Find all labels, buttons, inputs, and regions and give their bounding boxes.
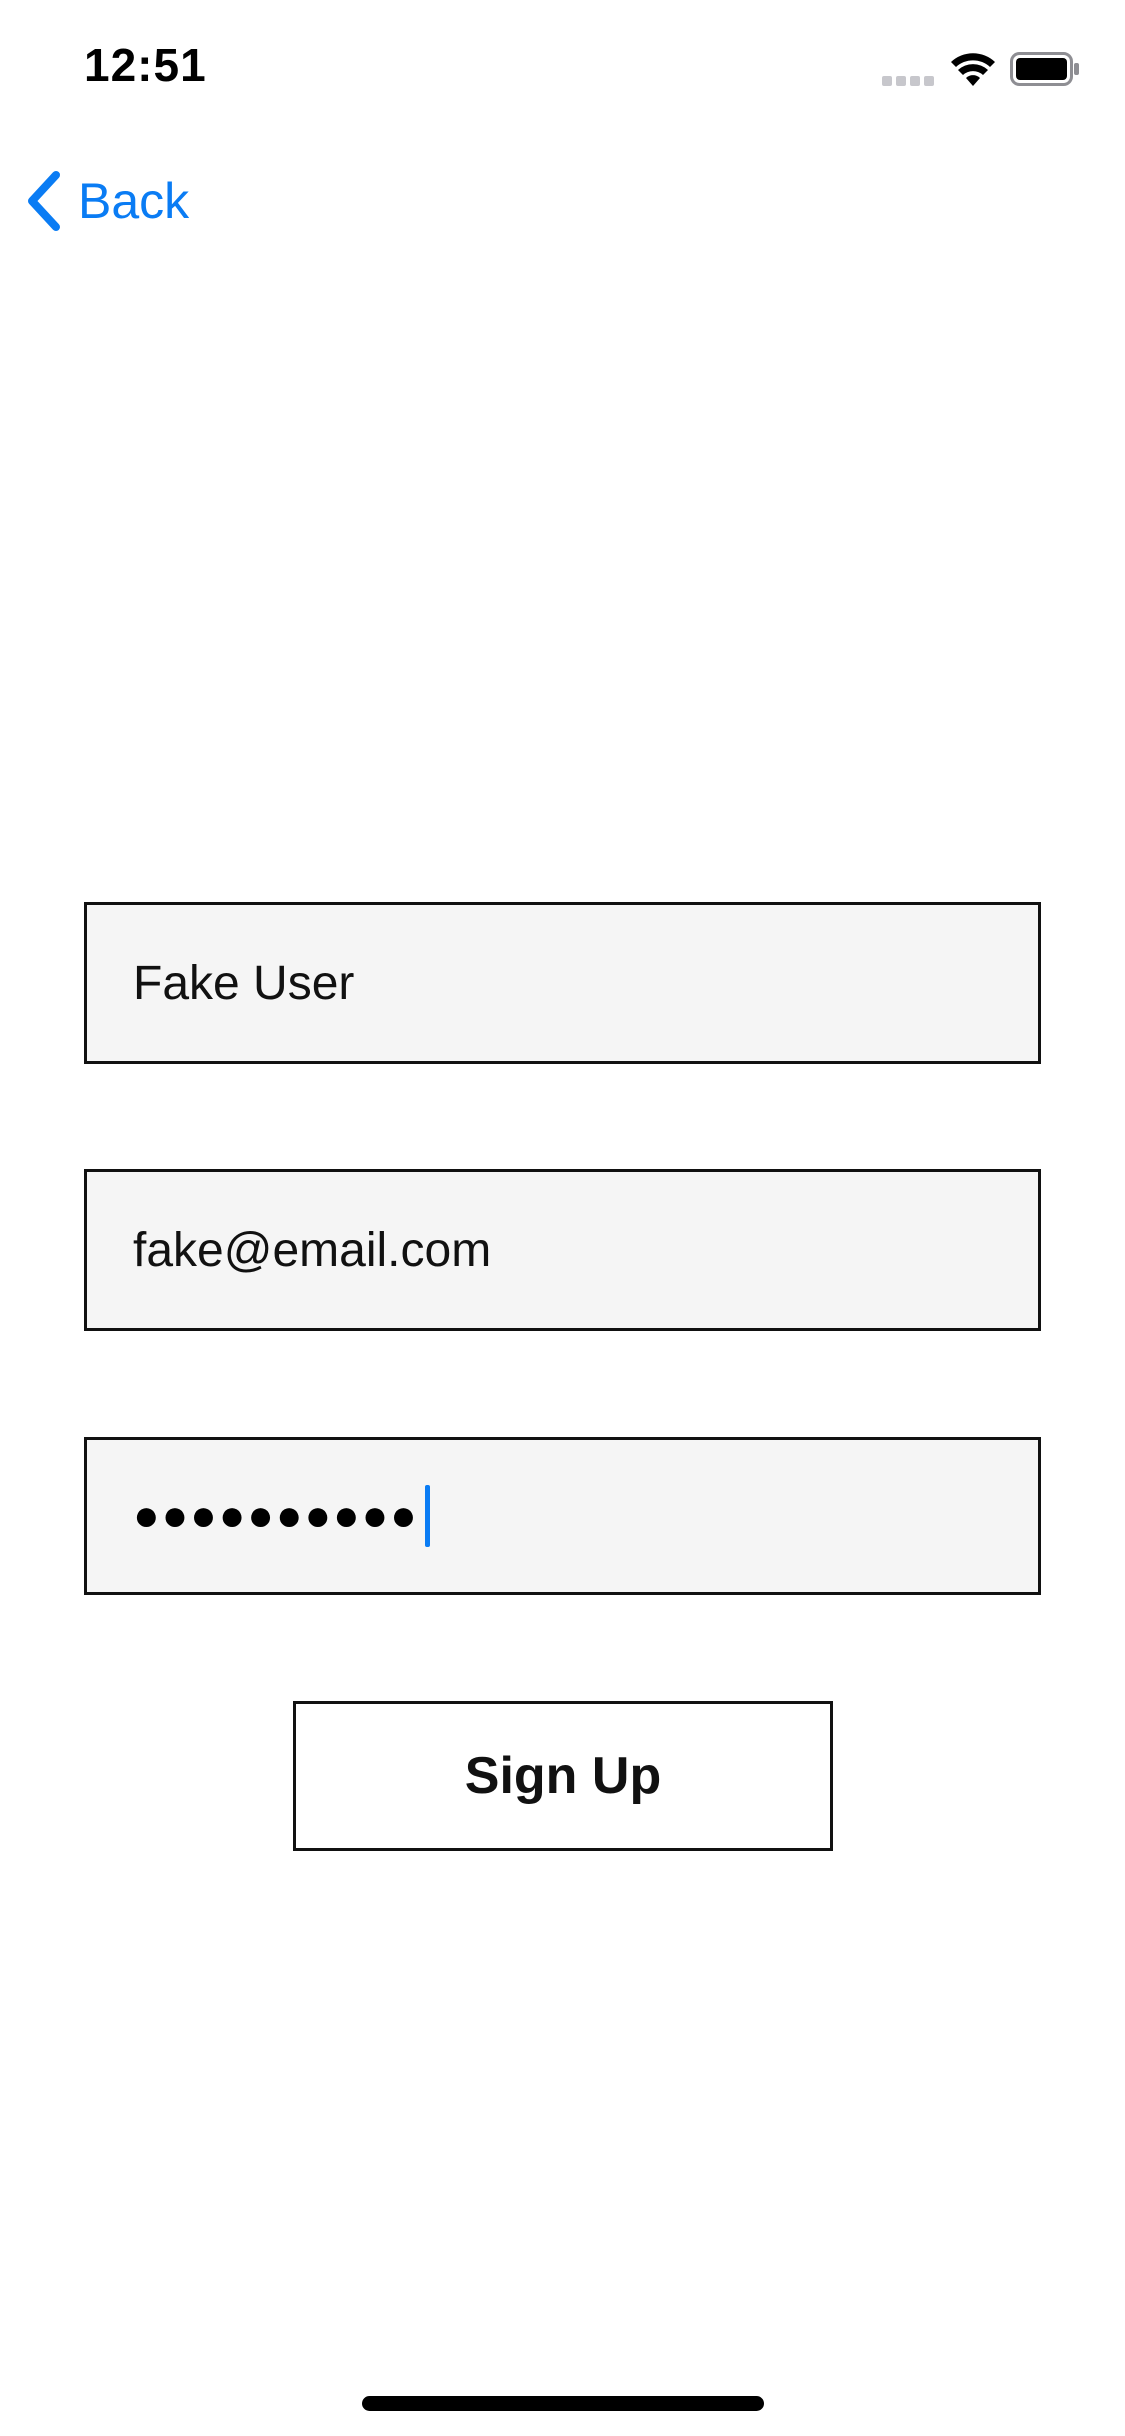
back-button[interactable]: Back <box>24 166 189 236</box>
email-value: fake@email.com <box>133 1223 492 1277</box>
sign-up-button[interactable]: Sign Up <box>293 1701 833 1851</box>
email-field[interactable]: fake@email.com <box>84 1169 1041 1331</box>
wifi-icon <box>951 53 995 86</box>
signal-icon <box>882 76 934 88</box>
password-value: ●●●●●●●●●● <box>133 1491 419 1540</box>
back-label: Back <box>78 173 190 229</box>
status-time: 12:51 <box>84 39 207 91</box>
password-field[interactable]: ●●●●●●●●●● <box>84 1437 1041 1595</box>
chevron-left-icon <box>28 171 60 231</box>
text-cursor <box>424 1485 430 1547</box>
name-value: Fake User <box>133 956 355 1010</box>
sign-up-label: Sign Up <box>464 1747 662 1805</box>
battery-icon <box>1010 52 1079 86</box>
home-indicator[interactable] <box>362 2396 764 2411</box>
signup-screen: 12:51 Back Fake User fake@email.com ●●●●… <box>0 0 1125 2436</box>
name-field[interactable]: Fake User <box>84 902 1041 1064</box>
